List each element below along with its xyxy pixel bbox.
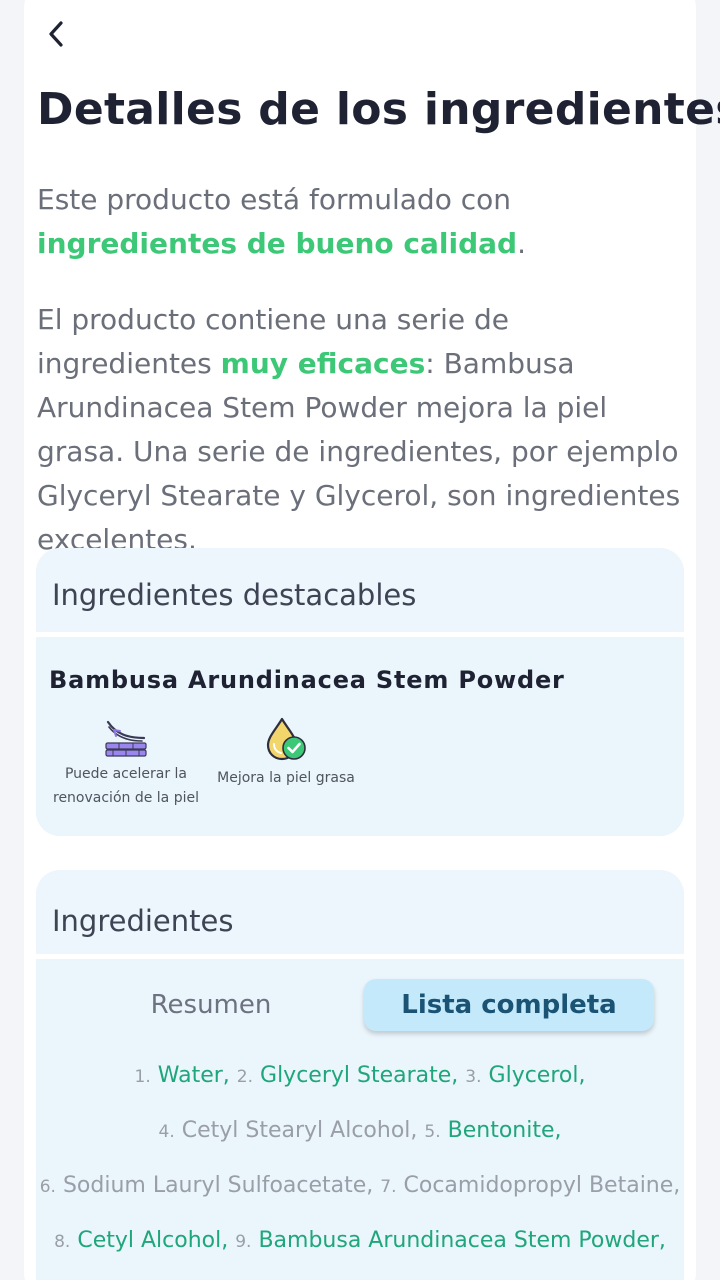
benefit-oily-skin: Mejora la piel grasa (196, 716, 376, 790)
ingredient-number: 4. (158, 1122, 175, 1142)
oil-drop-check-icon (266, 717, 306, 761)
benefit-label-line: Mejora la piel grasa (217, 770, 355, 786)
page-title: Detalles de los ingredientes (37, 84, 720, 135)
benefit-skin-renewal: Puede acelerar la renovación de la piel (36, 716, 216, 810)
ingredient-number: 2. (236, 1067, 254, 1087)
ingredient-name[interactable]: Cetyl Alcohol, (77, 1228, 228, 1253)
intro-text-start: Este producto está formulado con (37, 183, 512, 216)
ingredient-name[interactable]: Sodium Lauryl Sulfoacetate, (63, 1173, 373, 1198)
benefit-label: Puede acelerar la renovación de la piel (36, 762, 216, 810)
ingredient-name[interactable]: Glyceryl Stearate, (260, 1063, 458, 1088)
ingredient-list-line: 4. Cetyl Stearyl Alcohol, 5. Bentonite, (36, 1118, 684, 1143)
benefit-label: Mejora la piel grasa (196, 766, 376, 790)
featured-ingredient-name: Bambusa Arundinacea Stem Powder (49, 666, 565, 694)
description-highlight: muy eficaces (220, 347, 426, 380)
featured-section-title: Ingredientes destacables (36, 548, 684, 632)
intro-highlight: ingredientes de bueno calidad (37, 227, 518, 260)
ingredient-list-line: 1. Water, 2. Glyceryl Stearate, 3. Glyce… (36, 1063, 684, 1088)
intro-text-end: . (517, 227, 526, 260)
ingredient-number: 6. (39, 1177, 56, 1197)
ingredient-number: 3. (465, 1067, 482, 1087)
ingredient-list-line: 8. Cetyl Alcohol, 9. Bambusa Arundinacea… (36, 1228, 684, 1253)
ingredient-name[interactable]: Cocamidopropyl Betaine, (404, 1173, 681, 1198)
ingredient-number: 9. (235, 1232, 252, 1252)
skin-renewal-icon (105, 720, 147, 757)
ingredient-list-line: 6. Sodium Lauryl Sulfoacetate, 7. Cocami… (36, 1173, 684, 1198)
ingredient-number: 8. (54, 1232, 71, 1252)
tab-full-list[interactable]: Lista completa (364, 979, 654, 1031)
ingredients-section-body: Resumen Lista completa 1. Water, 2. Glyc… (36, 954, 684, 1280)
intro-text: Este producto está formulado con ingredi… (37, 178, 687, 266)
ingredient-name[interactable]: Water, (158, 1063, 230, 1088)
ingredient-number: 7. (380, 1177, 397, 1197)
ingredient-number: 1. (134, 1067, 151, 1087)
ingredients-section-title: Ingredientes (36, 870, 684, 954)
ingredient-name[interactable]: Cetyl Stearyl Alcohol, (182, 1118, 418, 1143)
ingredient-name[interactable]: Glycerol, (489, 1063, 586, 1088)
back-button[interactable] (36, 14, 76, 54)
benefit-label-line: renovación de la piel (53, 790, 199, 806)
chevron-left-icon (49, 21, 63, 47)
ingredient-name[interactable]: Bentonite, (448, 1118, 562, 1143)
featured-ingredients-section: Ingredientes destacables Bambusa Arundin… (36, 548, 684, 836)
ingredients-section: Ingredientes Resumen Lista completa 1. W… (36, 870, 684, 1280)
ingredient-name[interactable]: Bambusa Arundinacea Stem Powder, (258, 1228, 665, 1253)
description-text: El producto contiene una serie de ingred… (37, 298, 687, 562)
tab-summary[interactable]: Resumen (66, 979, 356, 1031)
ingredient-number: 5. (424, 1122, 441, 1142)
benefit-label-line: Puede acelerar la (64, 766, 188, 782)
